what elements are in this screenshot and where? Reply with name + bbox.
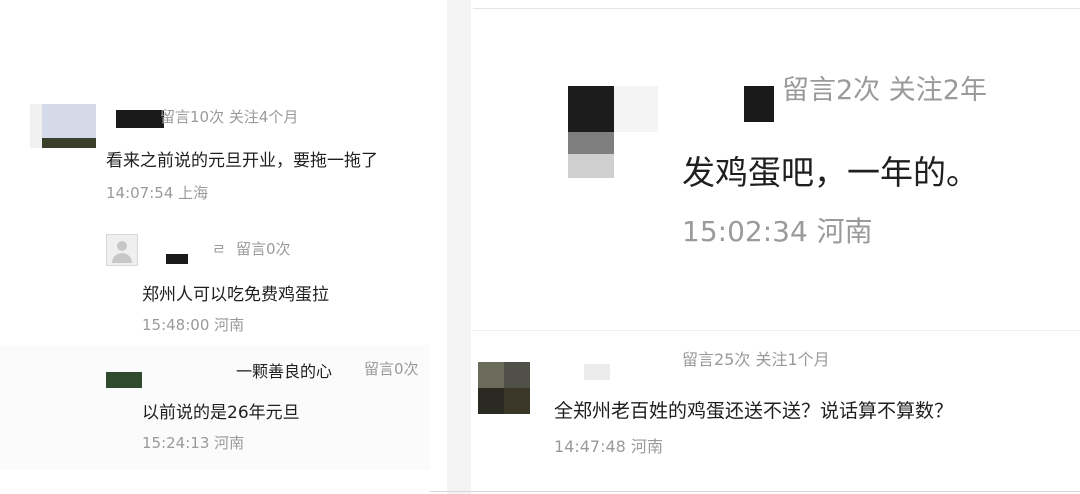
username-redacted — [166, 254, 188, 264]
username-redacted — [116, 110, 164, 128]
avatar[interactable] — [30, 104, 96, 148]
avatar[interactable] — [106, 372, 142, 388]
comment-time: 14:47:48 河南 — [554, 437, 663, 456]
username-redacted — [744, 86, 774, 122]
top-border — [473, 8, 1080, 9]
comment-meta: 留言25次 关注1个月 — [682, 350, 830, 369]
comment-time: 15:24:13 河南 — [142, 434, 245, 452]
comment-text: 全郑州老百姓的鸡蛋还送不送？说话算不算数？ — [554, 400, 954, 422]
comment-meta: 留言2次 关注2年 — [782, 75, 987, 106]
panel-divider — [447, 0, 471, 494]
comment-time: 15:48:00 河南 — [142, 316, 245, 334]
avatar[interactable] — [568, 86, 658, 178]
avatar-placeholder[interactable] — [106, 234, 138, 266]
comment-meta: 留言0次 — [364, 360, 419, 378]
comment-text: 发鸡蛋吧，一年的。 — [682, 153, 979, 192]
comment-time: 14:07:54 上海 — [106, 184, 209, 202]
avatar[interactable] — [478, 362, 530, 414]
username-tail: ㄹ — [212, 240, 226, 258]
comment-time: 15:02:34 河南 — [682, 215, 873, 248]
comment-meta: 留言0次 — [236, 240, 291, 258]
bottom-border — [430, 491, 1080, 492]
username-redacted — [584, 364, 610, 380]
section-divider — [473, 330, 1080, 331]
comment-text: 郑州人可以吃免费鸡蛋拉 — [142, 285, 329, 305]
username[interactable]: 一颗善良的心 — [236, 358, 332, 382]
comment-meta: 留言10次 关注4个月 — [160, 108, 299, 126]
comment-text: 以前说的是26年元旦 — [142, 403, 300, 423]
comment-text: 看来之前说的元旦开业，要拖一拖了 — [106, 151, 378, 171]
